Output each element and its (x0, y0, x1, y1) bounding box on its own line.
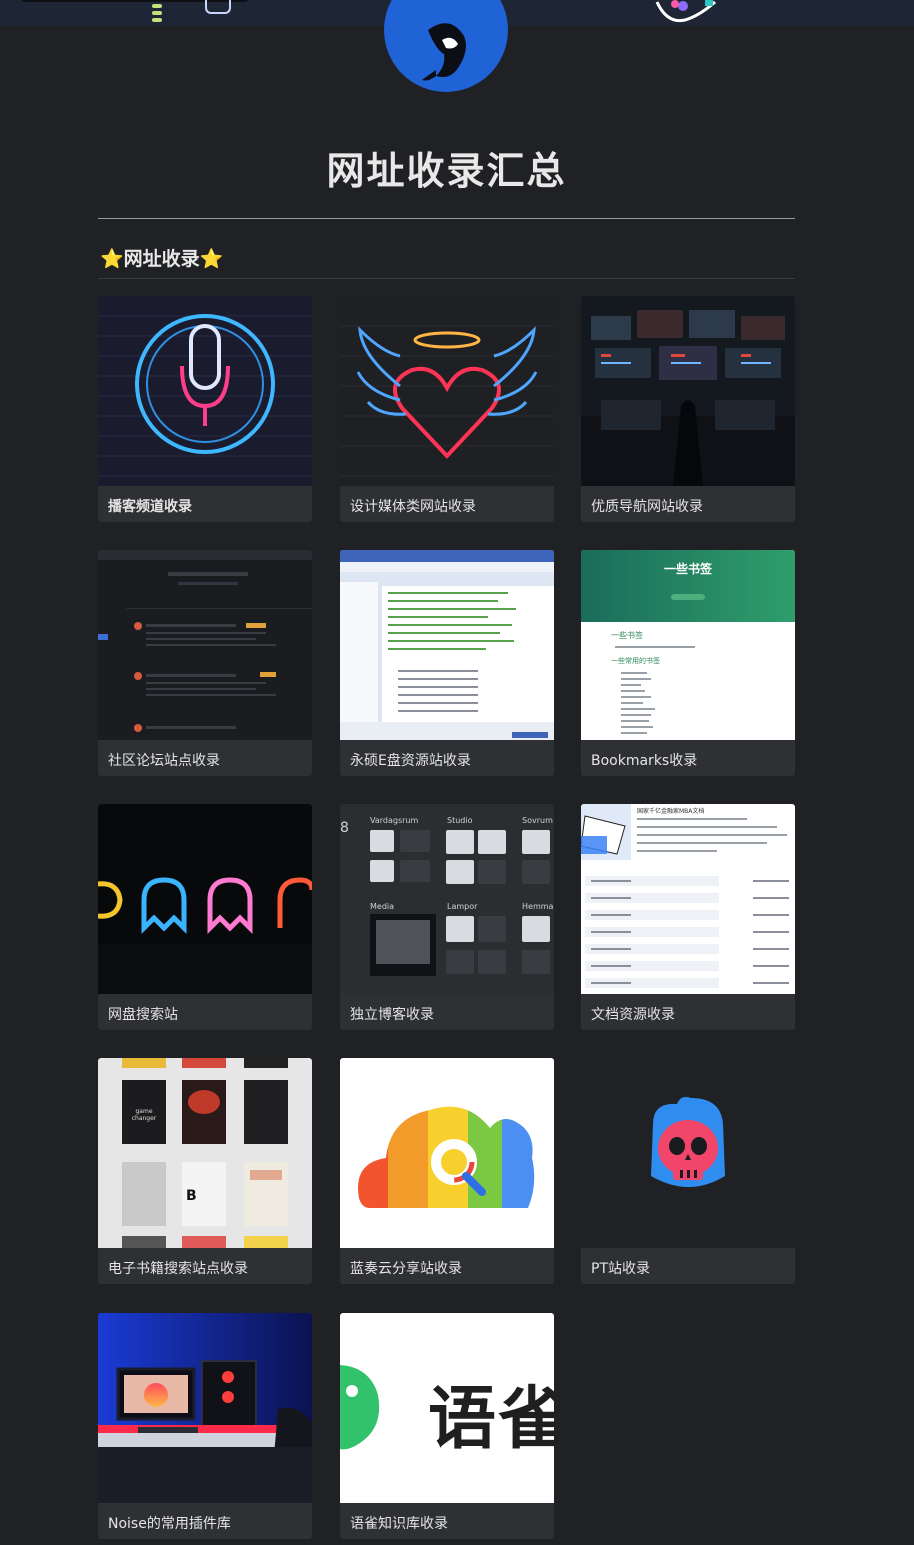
card-label: 电子书籍搜索站点收录 (108, 1261, 248, 1277)
card-indie-blogs[interactable]: Vardagsrum Studio Sovrum Media Lampor He… (340, 804, 554, 1030)
card-label: 社区论坛站点收录 (108, 753, 220, 769)
card-label: 网盘搜索站 (108, 1007, 178, 1023)
rainbow-cloud-logo (340, 1058, 554, 1248)
bookmarks-screenshot-image: 一些书签 一些书签 一些常用的书签 (581, 550, 795, 740)
site-avatar[interactable] (384, 0, 508, 92)
document-list-screenshot-image: 国家千亿金融家MBA文档 (581, 804, 795, 994)
card-pt-sites[interactable]: PT站收录 (581, 1058, 795, 1284)
card-label: 独立博客收录 (350, 1007, 434, 1023)
card-podcast[interactable]: 播客频道收录 (98, 296, 312, 522)
banner-shape (205, 0, 231, 14)
card-yuque[interactable]: 语雀 语雀知识库收录 (340, 1313, 554, 1539)
star-icon: ⭐ (100, 248, 124, 270)
book-b-letter: B (186, 1188, 197, 1204)
card-lanzou[interactable]: 蓝奏云分享站收录 (340, 1058, 554, 1284)
card-ebooks[interactable]: game changer B 电子书籍搜索站点收录 (98, 1058, 312, 1284)
card-docs[interactable]: 国家千亿金融家MBA文档 文档资源收录 (581, 804, 795, 1030)
card-label: 文档资源收录 (591, 1007, 675, 1023)
banner-dots (152, 4, 162, 25)
section-heading-text: 网址收录 (123, 248, 200, 270)
card-ys168[interactable]: 永硕E盘资源站收录 (340, 550, 554, 776)
skull-logo (581, 1058, 795, 1248)
neon-heart-wings-image (340, 296, 554, 486)
section-heading: ⭐网址收录⭐ (100, 244, 223, 271)
banner-logo (655, 0, 716, 23)
card-label: 语雀知识库收录 (350, 1516, 448, 1532)
card-label: 播客频道收录 (108, 499, 192, 515)
yuque-wordmark: 语雀 (428, 1380, 554, 1459)
neon-ghosts-image (98, 804, 312, 994)
card-bookmarks[interactable]: 一些书签 一些书签 一些常用的书签 Bookmarks收录 (581, 550, 795, 776)
control-room-image (581, 296, 795, 486)
bookmarks-title: 一些书签 (663, 562, 712, 576)
title-divider (98, 218, 795, 219)
card-netdisk-search[interactable]: 网盘搜索站 (98, 804, 312, 1030)
section-divider (98, 278, 795, 279)
gaming-desk-image (98, 1313, 312, 1503)
card-label: 设计媒体类网站收录 (350, 499, 476, 515)
page-title: 网址收录汇总 (326, 149, 567, 193)
book-covers-image: game changer B (98, 1058, 312, 1248)
card-label: PT站收录 (591, 1261, 650, 1277)
star-icon: ⭐ (199, 248, 224, 270)
svg-text:8: 8 (340, 820, 349, 836)
yuque-logo: 语雀 (340, 1313, 554, 1503)
book-title-text: game changer (131, 1108, 157, 1122)
podcast-neon-image (98, 296, 312, 486)
card-design-media[interactable]: 设计媒体类网站收录 (340, 296, 554, 522)
card-label: Bookmarks收录 (591, 753, 698, 769)
card-noise-plugins[interactable]: Noise的常用插件库 (98, 1313, 312, 1539)
forum-screenshot-image (98, 550, 312, 740)
card-label: 蓝奏云分享站收录 (350, 1261, 462, 1277)
card-navigation[interactable]: 优质导航网站收录 (581, 296, 795, 522)
card-label: 优质导航网站收录 (591, 499, 703, 515)
file-list-screenshot-image (340, 550, 554, 740)
orca-icon (422, 23, 466, 81)
card-forums[interactable]: 社区论坛站点收录 (98, 550, 312, 776)
app-grid-screenshot-image: Vardagsrum Studio Sovrum Media Lampor He… (340, 804, 554, 994)
card-label: 永硕E盘资源站收录 (350, 753, 471, 769)
card-label: Noise的常用插件库 (108, 1516, 231, 1532)
